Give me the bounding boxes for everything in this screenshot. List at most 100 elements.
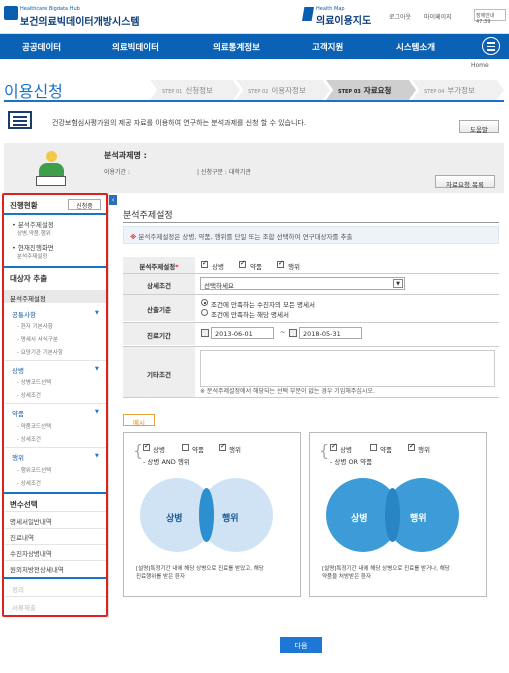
step-2: STEP 02 이용자정보 [236,80,330,100]
sidebar-divider [4,577,107,579]
mypage-link[interactable]: 마이페이지 [424,12,452,21]
nav-public-data[interactable]: 공공데이터 [22,41,61,53]
etc-label: 기타조건 [123,347,195,397]
example-checkbox [370,444,377,451]
example-checkbox-label: 상병 [340,446,352,454]
brace-glyph: { [133,441,144,460]
example-checkbox-label: 약품 [192,446,204,454]
logo-icon[interactable] [4,6,18,20]
site-logo[interactable]: 보건의료빅데이터개방시스템 [20,13,140,28]
sidebar-sub-item[interactable]: - 상세조건 [17,479,41,487]
nav-customer-support[interactable]: 고객지원 [312,41,343,53]
sidebar-var-item[interactable]: 수진자상병내역 [10,548,52,558]
criteria-radio-all[interactable] [201,299,208,306]
request-list-button[interactable]: 자료요청 목록 [435,175,495,189]
sidebar-sub-item[interactable]: - 요양기관 기본사항 [17,348,63,356]
example-checkbox [143,442,150,451]
sidebar-sub-item[interactable]: - 환자 기본사항 [17,322,53,330]
disease-checkbox-label: 상병 [212,263,224,271]
main-nav: 공공데이터 의료빅데이터 의료통계정보 고객지원 시스템소개 [0,34,509,59]
sidebar-divider [4,266,107,268]
breadcrumb-home[interactable]: Home [471,62,489,69]
sidebar-sub-item[interactable]: - 명세서 서식구분 [17,335,58,343]
sidebar-item-current-sub: 분석주제설정 [17,254,48,260]
sidebar-cat-procedure[interactable]: 행위 [12,452,24,462]
sidebar-sub-item[interactable]: - 약품코드선택 [17,422,51,430]
health-map-link[interactable]: 의료이용지도 [316,12,371,27]
help-button[interactable]: 도움말 [459,120,499,134]
sidebar-separator [5,544,106,545]
sidebar-sub-item[interactable]: - 상세조건 [17,391,41,399]
example-tag: 예시 [123,414,155,427]
usage-period-label: 이용기간 : [104,169,131,176]
sidebar-item-current[interactable]: • 현재진행화면 [12,242,54,252]
top-header: Healthcare Bigdata Hub 보건의료빅데이터개방시스템 Hea… [0,0,509,34]
criteria-radio-all-label: 조건에 만족하는 수진자의 모든 명세서 [211,301,315,309]
calendar-icon[interactable] [289,329,297,337]
sidebar-collapse-icon[interactable]: ‹ [109,195,117,205]
project-name-label: 분석과제명 : [104,151,147,160]
sidebar-var-item[interactable]: 진료내역 [10,532,34,542]
sidebar-divider [4,492,107,494]
sidebar-item-subject[interactable]: • 분석주제설정 [12,219,54,229]
chevron-down-icon[interactable]: ▼ [95,409,99,415]
variable-heading: 변수선택 [10,500,38,509]
etc-hint: ※ 분석주제설정에서 해당되는 선택 부분이 없는 경우 기입해주십시오. [200,388,375,395]
logo-subtitle: Healthcare Bigdata Hub [20,6,80,12]
nav-medical-stats[interactable]: 의료통계정보 [213,41,260,53]
example-checkbox-label: 상병 [153,446,165,454]
sidebar-separator [5,403,106,404]
period-label: 진료기간 [123,323,195,345]
example-checkbox [219,442,226,451]
sidebar-sub-item[interactable]: - 상세조건 [17,435,41,443]
sidebar-separator [5,511,106,512]
sidebar-separator [5,447,106,448]
venn-left-label: 상병 [351,514,368,524]
hamburger-menu-icon[interactable] [482,37,500,55]
chevron-down-icon[interactable]: ▼ [95,310,99,316]
disease-checkbox[interactable] [201,259,208,268]
session-timer[interactable]: 장애안내 47:39 [474,9,506,25]
criteria-radio-matching-label: 조건에 만족하는 해당 명세서 [211,311,289,319]
calendar-icon[interactable] [201,329,209,337]
chevron-down-icon[interactable]: ▼ [95,453,99,459]
example-checkbox-label: 행위 [229,446,241,454]
sidebar-cat-disease[interactable]: 상병 [12,365,24,375]
example-checkbox-label: 약품 [380,446,392,454]
row-divider [123,397,499,398]
date-to-input[interactable]: 2018-05-31 [299,327,362,339]
detail-select[interactable]: 선택하세요 ▼ [200,277,405,290]
next-button[interactable]: 다음 [280,637,322,653]
example-checkbox [182,444,189,451]
detail-label: 상세조건 [123,274,195,294]
document-icon [8,111,32,129]
sidebar-dim-item: 정리 [12,586,24,594]
chevron-down-icon[interactable]: ▼ [95,366,99,372]
logout-link[interactable]: 로그아웃 [389,12,411,21]
section-title: 분석주제설정 [123,211,173,221]
etc-textarea[interactable] [200,350,495,387]
venn-right-label: 행위 [222,514,239,524]
drug-checkbox[interactable] [239,259,246,268]
sidebar-cat-common[interactable]: 공통사항 [12,309,36,319]
page-title: 이용신청 [4,82,63,101]
health-map-icon[interactable] [302,7,314,21]
section-divider [123,222,499,223]
extract-heading: 대상자 추출 [10,274,48,283]
drug-checkbox-label: 약품 [250,263,262,271]
nav-system-intro[interactable]: 시스템소개 [396,41,435,53]
nav-medical-bigdata[interactable]: 의료빅데이터 [112,41,159,53]
sidebar-var-item[interactable]: 명세서일반내역 [10,516,52,526]
sidebar-item-active[interactable]: 분석주제설정 [10,293,46,303]
procedure-checkbox[interactable] [277,259,284,268]
sidebar-cat-drug[interactable]: 약품 [12,408,24,418]
sidebar-sub-item[interactable]: - 상병코드선택 [17,378,51,386]
example-note: [설명]특정기간 내에 해당 상병으로 진료를 받거나, 해당 약품을 처방받은 … [322,566,450,580]
sidebar-sub-item[interactable]: - 행위코드선택 [17,466,51,474]
example-checkbox [408,442,415,451]
date-from-input[interactable]: 2013-06-01 [211,327,274,339]
criteria-radio-matching[interactable] [201,309,208,316]
sidebar-item-subject-sub: 상병,약품,행위 [17,231,51,237]
chevron-down-icon[interactable]: ▼ [393,279,403,288]
sidebar-var-item[interactable]: 원외처방전상세내역 [10,564,64,574]
